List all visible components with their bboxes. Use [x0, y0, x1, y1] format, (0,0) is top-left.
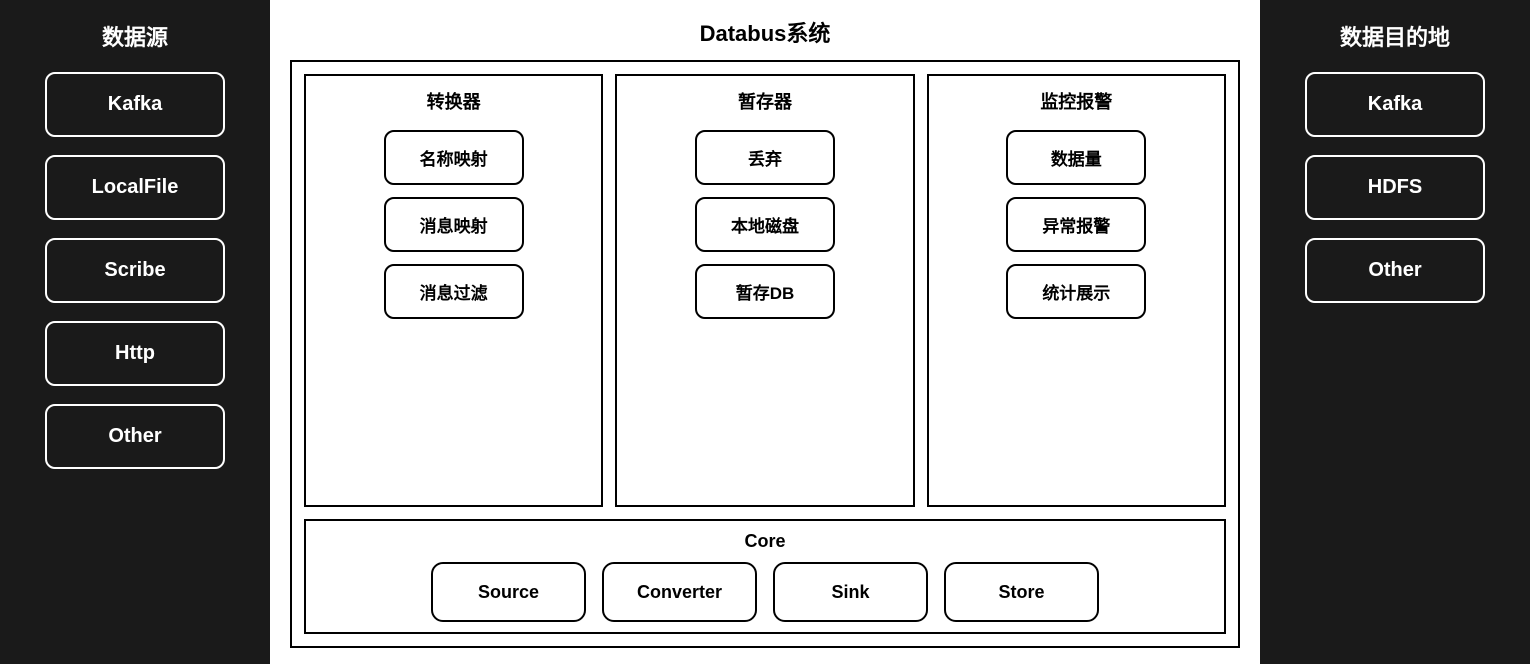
buffer-title: 暂存器 [738, 88, 792, 114]
databus-outer-box: 转换器 名称映射 消息映射 消息过滤 暂存器 丢弃 本地磁盘 暂存DB 监控报警… [290, 60, 1240, 648]
monitor-item-2: 统计展示 [1006, 264, 1146, 319]
right-item-hdfs: HDFS [1305, 155, 1485, 220]
converter-title: 转换器 [427, 88, 481, 114]
monitor-item-1: 异常报警 [1006, 197, 1146, 252]
left-panel: 数据源 Kafka LocalFile Scribe Http Other [0, 0, 270, 664]
main-title: Databus系统 [700, 16, 831, 48]
left-item-kafka: Kafka [45, 72, 225, 137]
converter-box: 转换器 名称映射 消息映射 消息过滤 [304, 74, 603, 507]
right-panel-title: 数据目的地 [1340, 20, 1450, 52]
right-item-other: Other [1305, 238, 1485, 303]
right-panel: 数据目的地 Kafka HDFS Other [1260, 0, 1530, 664]
buffer-item-2: 暂存DB [695, 264, 835, 319]
monitor-item-0: 数据量 [1006, 130, 1146, 185]
monitor-title: 监控报警 [1040, 88, 1112, 114]
buffer-item-0: 丢弃 [695, 130, 835, 185]
core-source: Source [431, 562, 586, 622]
left-panel-title: 数据源 [102, 20, 168, 52]
left-item-localfile: LocalFile [45, 155, 225, 220]
monitor-box: 监控报警 数据量 异常报警 统计展示 [927, 74, 1226, 507]
right-item-kafka: Kafka [1305, 72, 1485, 137]
center-panel: Databus系统 转换器 名称映射 消息映射 消息过滤 暂存器 丢弃 本地磁盘… [270, 0, 1260, 664]
left-item-scribe: Scribe [45, 238, 225, 303]
core-items: Source Converter Sink Store [431, 562, 1099, 622]
core-store: Store [944, 562, 1099, 622]
core-sink: Sink [773, 562, 928, 622]
core-converter: Converter [602, 562, 757, 622]
buffer-item-1: 本地磁盘 [695, 197, 835, 252]
core-title: Core [744, 531, 785, 552]
converter-item-0: 名称映射 [384, 130, 524, 185]
left-item-other: Other [45, 404, 225, 469]
converter-item-1: 消息映射 [384, 197, 524, 252]
core-box: Core Source Converter Sink Store [304, 519, 1226, 634]
top-section: 转换器 名称映射 消息映射 消息过滤 暂存器 丢弃 本地磁盘 暂存DB 监控报警… [304, 74, 1226, 507]
converter-item-2: 消息过滤 [384, 264, 524, 319]
buffer-box: 暂存器 丢弃 本地磁盘 暂存DB [615, 74, 914, 507]
left-item-http: Http [45, 321, 225, 386]
